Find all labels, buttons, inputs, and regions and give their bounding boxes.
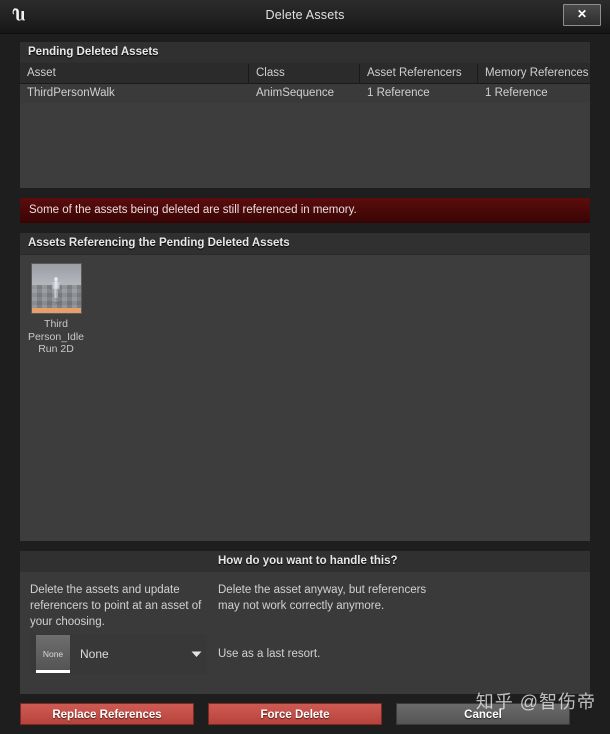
- delete-assets-dialog: Delete Assets ✕ Pending Deleted Assets A…: [0, 0, 610, 734]
- force-delete-button[interactable]: Force Delete: [208, 703, 382, 725]
- memory-reference-warning: Some of the assets being deleted are sti…: [20, 198, 590, 223]
- picker-thumbnail-label: None: [42, 649, 64, 659]
- close-button[interactable]: ✕: [563, 4, 601, 26]
- pending-assets-table: Asset Class Asset Referencers Memory Ref…: [20, 63, 590, 188]
- column-header-memory-references[interactable]: Memory References: [478, 64, 590, 83]
- picker-thumbnail: None: [36, 635, 70, 673]
- dialog-content: Pending Deleted Assets Asset Class Asset…: [0, 34, 610, 694]
- pending-section-header: Pending Deleted Assets: [20, 42, 590, 63]
- chevron-down-icon[interactable]: [185, 651, 207, 658]
- cancel-button[interactable]: Cancel: [396, 703, 570, 725]
- mannequin-thumbnail-icon: [30, 263, 82, 314]
- pending-deleted-assets-panel: Pending Deleted Assets Asset Class Asset…: [20, 42, 590, 188]
- cell-asset: ThirdPersonWalk: [27, 87, 115, 99]
- handle-options-panel: How do you want to handle this? Delete t…: [20, 551, 590, 694]
- column-header-class[interactable]: Class: [249, 64, 360, 83]
- column-header-asset[interactable]: Asset: [20, 64, 249, 83]
- cell-memory-references: 1 Reference: [485, 87, 548, 99]
- force-option-description: Delete the asset anyway, but referencers…: [218, 584, 427, 612]
- referencing-assets-list: Third Person_Idle Run 2D: [20, 254, 590, 541]
- list-item[interactable]: Third Person_Idle Run 2D: [26, 263, 86, 356]
- handle-options-body: Delete the assets and update referencers…: [20, 572, 590, 694]
- column-header-asset-referencers[interactable]: Asset Referencers: [360, 64, 478, 83]
- handle-section-header: How do you want to handle this?: [20, 551, 590, 572]
- asset-type-color-bar: [31, 308, 81, 313]
- mannequin-figure-icon: [52, 276, 60, 304]
- picker-thumbnail-bar: [36, 670, 70, 673]
- table-header-row: Asset Class Asset Referencers Memory Ref…: [20, 64, 590, 84]
- force-option-note: Use as a last resort.: [218, 648, 321, 660]
- referencing-assets-panel: Assets Referencing the Pending Deleted A…: [20, 233, 590, 541]
- table-row[interactable]: ThirdPersonWalk AnimSequence 1 Reference…: [20, 84, 590, 103]
- list-item-label: Third Person_Idle Run 2D: [27, 318, 85, 355]
- cell-asset-referencers: 1 Reference: [367, 87, 430, 99]
- picker-selected-value: None: [80, 647, 109, 661]
- dialog-footer: Replace References Force Delete Cancel: [0, 694, 610, 734]
- window-title: Delete Assets: [265, 8, 345, 22]
- referencing-section-header: Assets Referencing the Pending Deleted A…: [20, 233, 590, 254]
- replace-option-description: Delete the assets and update referencers…: [30, 584, 202, 628]
- title-bar: Delete Assets ✕: [0, 0, 610, 34]
- replacement-asset-picker[interactable]: None None: [30, 634, 207, 674]
- cell-class: AnimSequence: [256, 87, 334, 99]
- replace-references-button[interactable]: Replace References: [20, 703, 194, 725]
